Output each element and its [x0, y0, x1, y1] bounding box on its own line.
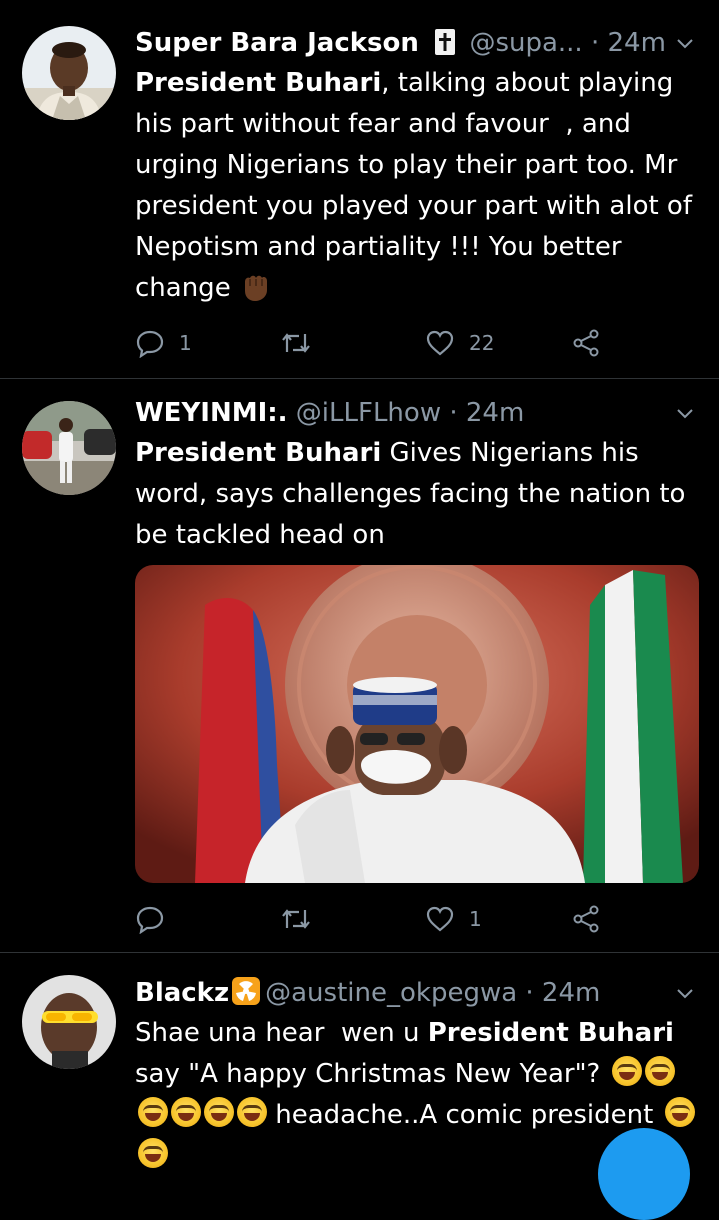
rofl-emoji-icon	[611, 1056, 642, 1086]
joy-emoji-icon	[237, 1097, 267, 1127]
tweet-text: President Buhari Gives Nigerians his wor…	[135, 438, 694, 550]
tweet-text: President Buhari, talking about playing …	[135, 68, 701, 303]
share-icon	[573, 329, 599, 357]
like-count: 1	[469, 907, 482, 931]
rofl-emoji-icon	[644, 1056, 675, 1086]
like-button[interactable]: 1	[425, 902, 482, 936]
chevron-down-icon[interactable]	[675, 404, 695, 424]
raised-fist-icon	[239, 270, 271, 302]
joy-emoji-icon	[171, 1097, 201, 1127]
handle[interactable]: @austine_okpegwa	[265, 978, 517, 1008]
tweet-actions: 1 22	[135, 326, 695, 360]
tweet-actions: 1	[135, 902, 695, 936]
heart-icon	[426, 330, 454, 356]
timestamp[interactable]: · 24m	[525, 978, 600, 1008]
share-icon	[573, 905, 599, 933]
avatar[interactable]	[22, 26, 116, 120]
share-button[interactable]	[571, 902, 601, 936]
reply-icon	[136, 906, 164, 934]
reply-button[interactable]	[135, 902, 165, 936]
retweet-icon	[282, 909, 310, 929]
display-name[interactable]: WEYINMI:.	[135, 398, 288, 428]
reply-icon	[136, 330, 164, 358]
tweet-3[interactable]: Blackz @austine_okpegwa · 24m Shae una h…	[0, 953, 719, 1168]
radioactive-icon	[231, 976, 261, 1006]
tweet-header: WEYINMI:. @iLLFLhow · 24m	[135, 396, 699, 430]
like-button[interactable]: 22	[425, 326, 494, 360]
retweet-button[interactable]	[279, 326, 313, 360]
joy-emoji-icon	[138, 1138, 168, 1168]
tweet-media-photo[interactable]	[135, 565, 699, 883]
handle[interactable]: @iLLFLhow	[296, 398, 441, 428]
avatar[interactable]	[22, 401, 116, 495]
joy-emoji-icon	[664, 1097, 695, 1127]
timestamp[interactable]: · 24m	[449, 398, 524, 428]
tweet-1[interactable]: Super Bara Jackson @supa... · 24m Presid…	[0, 0, 719, 379]
mention-link[interactable]: President Buhari	[135, 68, 381, 98]
cross-badge-icon	[435, 29, 456, 55]
reply-count: 1	[179, 331, 192, 355]
chevron-down-icon[interactable]	[675, 34, 695, 54]
retweet-button[interactable]	[279, 902, 313, 936]
compose-button[interactable]	[598, 1128, 690, 1220]
rofl-emoji-icon	[138, 1097, 168, 1127]
share-button[interactable]	[571, 326, 601, 360]
display-name[interactable]: Super Bara Jackson	[135, 28, 419, 58]
handle[interactable]: @supa...	[469, 28, 582, 58]
mention-link[interactable]: President Buhari	[135, 438, 381, 468]
avatar[interactable]	[22, 975, 116, 1069]
retweet-icon	[282, 333, 310, 353]
mention-link[interactable]: President Buhari	[428, 1018, 674, 1048]
reply-button[interactable]: 1	[135, 326, 192, 360]
like-count: 22	[469, 331, 495, 355]
chevron-down-icon[interactable]	[675, 984, 695, 1004]
tweet-header: Blackz @austine_okpegwa · 24m	[135, 976, 699, 1010]
display-name[interactable]: Blackz	[135, 978, 229, 1008]
joy-emoji-icon	[204, 1097, 234, 1127]
timestamp[interactable]: · 24m	[591, 28, 666, 58]
tweet-header: Super Bara Jackson @supa... · 24m	[135, 26, 699, 60]
heart-icon	[426, 906, 454, 932]
